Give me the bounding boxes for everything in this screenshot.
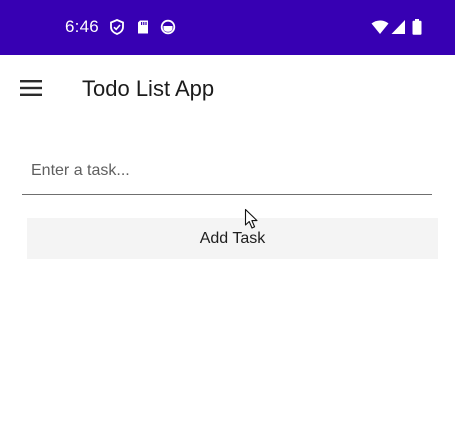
task-input-container	[22, 150, 432, 195]
battery-icon	[412, 19, 422, 35]
status-time: 6:46	[65, 17, 99, 36]
signal-icon	[391, 19, 406, 35]
sync-icon	[160, 19, 176, 35]
app-title: Todo List App	[82, 76, 215, 101]
task-input[interactable]	[22, 150, 432, 192]
app-bar: Todo List App	[0, 55, 455, 123]
shield-icon	[109, 19, 125, 35]
sd-card-icon	[135, 19, 151, 35]
app-screen: 6:46 Todo List App Enter a task... Add T…	[0, 0, 455, 431]
add-task-button[interactable]: Add Task	[27, 218, 438, 259]
wifi-icon	[371, 19, 389, 35]
status-bar: 6:46	[0, 0, 455, 55]
hamburger-menu-icon[interactable]	[14, 71, 48, 105]
